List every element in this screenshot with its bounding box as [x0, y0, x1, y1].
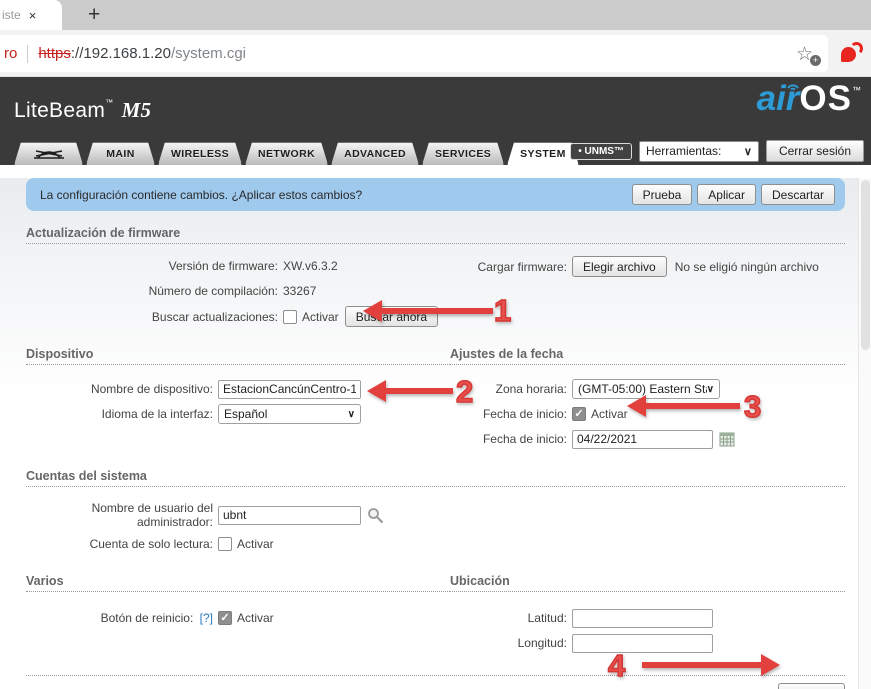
tab-close-icon[interactable]: ×	[29, 9, 37, 22]
browser-tab-title: iste	[2, 8, 21, 22]
not-secure-label: ro	[4, 45, 17, 62]
device-name-label: Nombre de dispositivo:	[26, 382, 218, 396]
pending-changes-banner: La configuración contiene cambios. ¿Apli…	[26, 178, 845, 211]
language-select[interactable]: Español ∨	[218, 404, 361, 424]
litebeam-logo: LiteBeam™ M5	[14, 98, 151, 123]
header-controls: • UNMS™ Herramientas: ∨ Cerrar sesión	[570, 140, 864, 162]
url-host: 192.168.1.20	[83, 45, 171, 62]
system-page: La configuración contiene cambios. ¿Apli…	[0, 178, 871, 689]
apply-button[interactable]: Aplicar	[697, 184, 756, 205]
interface-language-label: Idioma de la interfaz:	[26, 407, 218, 421]
discard-button[interactable]: Descartar	[761, 184, 835, 205]
airos-header: LiteBeam™ M5 air OS ™ MAIN WIRELE	[0, 77, 871, 165]
browser-tab-strip: iste × +	[0, 0, 871, 30]
tools-dropdown[interactable]: Herramientas: ∨	[639, 141, 759, 162]
nav-tab-advanced[interactable]: ADVANCED	[331, 142, 419, 165]
nav-tab-main[interactable]: MAIN	[86, 142, 155, 165]
airos-logo: air OS ™	[757, 79, 861, 119]
nav-tab-wireless[interactable]: WIRELESS	[158, 142, 242, 165]
help-link[interactable]: [?]	[200, 611, 213, 625]
timezone-select-value: (GMT-05:00) Eastern Sta	[578, 382, 707, 396]
date-section-title: Ajustes de la fecha	[450, 347, 845, 365]
device-name-input[interactable]	[218, 380, 361, 399]
upload-firmware-label: Cargar firmware:	[450, 260, 572, 274]
device-section-title: Dispositivo	[26, 347, 450, 365]
misc-section-title: Varios	[26, 574, 450, 592]
banner-message: La configuración contiene cambios. ¿Apli…	[40, 188, 362, 202]
address-divider	[27, 45, 28, 63]
new-tab-button[interactable]: +	[88, 3, 100, 27]
scrollbar-thumb[interactable]	[861, 180, 870, 350]
location-section-title: Ubicación	[450, 574, 845, 592]
nav-tab-home[interactable]	[14, 142, 83, 165]
tools-dropdown-value: Herramientas:	[646, 144, 721, 158]
timezone-label: Zona horaria:	[450, 382, 572, 396]
brand-model: M5	[122, 98, 152, 122]
airos-logo-air: air	[757, 79, 800, 119]
brand-name: LiteBeam	[14, 99, 105, 122]
build-number-value: 33267	[283, 284, 316, 298]
magnifier-icon[interactable]	[367, 507, 384, 524]
reset-enable-text: Activar	[237, 611, 274, 625]
unms-button[interactable]: • UNMS™	[570, 143, 632, 160]
airos-logo-os: OS	[799, 79, 852, 119]
chevron-down-icon: ∨	[348, 409, 355, 420]
startdate-input[interactable]	[572, 430, 713, 449]
reset-button-checkbox[interactable]	[218, 611, 232, 625]
page-scrollbar[interactable]	[858, 178, 871, 689]
check-updates-checkbox[interactable]	[283, 310, 297, 324]
startdate-label: Fecha de inicio:	[450, 432, 572, 446]
check-now-button[interactable]: Buscar ahora	[345, 306, 438, 327]
file-status-text: No se eligió ningún archivo	[675, 260, 819, 274]
firmware-version-label: Versión de firmware:	[26, 259, 283, 273]
language-select-value: Español	[224, 407, 267, 421]
bookmark-star-icon[interactable]: ☆+	[796, 43, 818, 65]
readonly-checkbox[interactable]	[218, 537, 232, 551]
struck-https-label: https	[38, 45, 71, 62]
nav-tab-network[interactable]: NETWORK	[245, 142, 328, 165]
accounts-section-title: Cuentas del sistema	[26, 469, 845, 487]
longitude-input[interactable]	[572, 634, 713, 653]
readonly-account-label: Cuenta de solo lectura:	[26, 537, 218, 551]
firmware-version-value: XW.v6.3.2	[283, 259, 338, 273]
airos-logo-tm: ™	[852, 85, 861, 95]
address-bar[interactable]: ro https :// 192.168.1.20 /system.cgi ☆+	[0, 35, 828, 72]
nav-tab-services[interactable]: SERVICES	[422, 142, 504, 165]
build-number-label: Número de compilación:	[26, 284, 283, 298]
readonly-enable-text: Activar	[237, 537, 274, 551]
main-navigation: MAIN WIRELESS NETWORK ADVANCED SERVICES …	[14, 142, 579, 165]
startdate-enable-text: Activar	[591, 407, 628, 421]
calendar-icon[interactable]	[719, 432, 735, 447]
change-button[interactable]: Cambiar	[778, 683, 845, 689]
browser-tab[interactable]: iste ×	[0, 0, 62, 30]
browser-extension-icon[interactable]	[841, 42, 863, 64]
admin-username-label: Nombre de usuario del administrador:	[26, 501, 218, 529]
chevron-down-icon: ∨	[707, 384, 714, 395]
url-separator: ://	[71, 45, 84, 62]
ubiquiti-antenna-icon	[32, 147, 66, 161]
firmware-section-title: Actualización de firmware	[26, 226, 845, 244]
browser-toolbar: ro https :// 192.168.1.20 /system.cgi ☆+	[0, 30, 871, 77]
chevron-down-icon: ∨	[744, 145, 752, 158]
brand-tm: ™	[105, 98, 113, 107]
nav-tab-system[interactable]: SYSTEM	[507, 142, 579, 165]
check-updates-label: Buscar actualizaciones:	[26, 310, 283, 324]
latitude-input[interactable]	[572, 609, 713, 628]
timezone-select[interactable]: (GMT-05:00) Eastern Sta ∨	[572, 379, 720, 399]
logout-button[interactable]: Cerrar sesión	[766, 140, 864, 162]
footer-divider	[26, 675, 845, 676]
longitude-label: Longitud:	[450, 636, 572, 650]
wifi-waves-icon	[785, 78, 801, 90]
startdate-enable-label: Fecha de inicio:	[450, 407, 572, 421]
latitude-label: Latitud:	[450, 611, 572, 625]
choose-file-button[interactable]: Elegir archivo	[572, 256, 667, 277]
check-updates-enable-text: Activar	[302, 310, 339, 324]
test-button[interactable]: Prueba	[632, 184, 693, 205]
reset-button-label: Botón de reinicio: [?]	[26, 611, 218, 625]
admin-username-input[interactable]	[218, 506, 361, 525]
url-path: /system.cgi	[171, 45, 246, 62]
startdate-checkbox[interactable]	[572, 407, 586, 421]
